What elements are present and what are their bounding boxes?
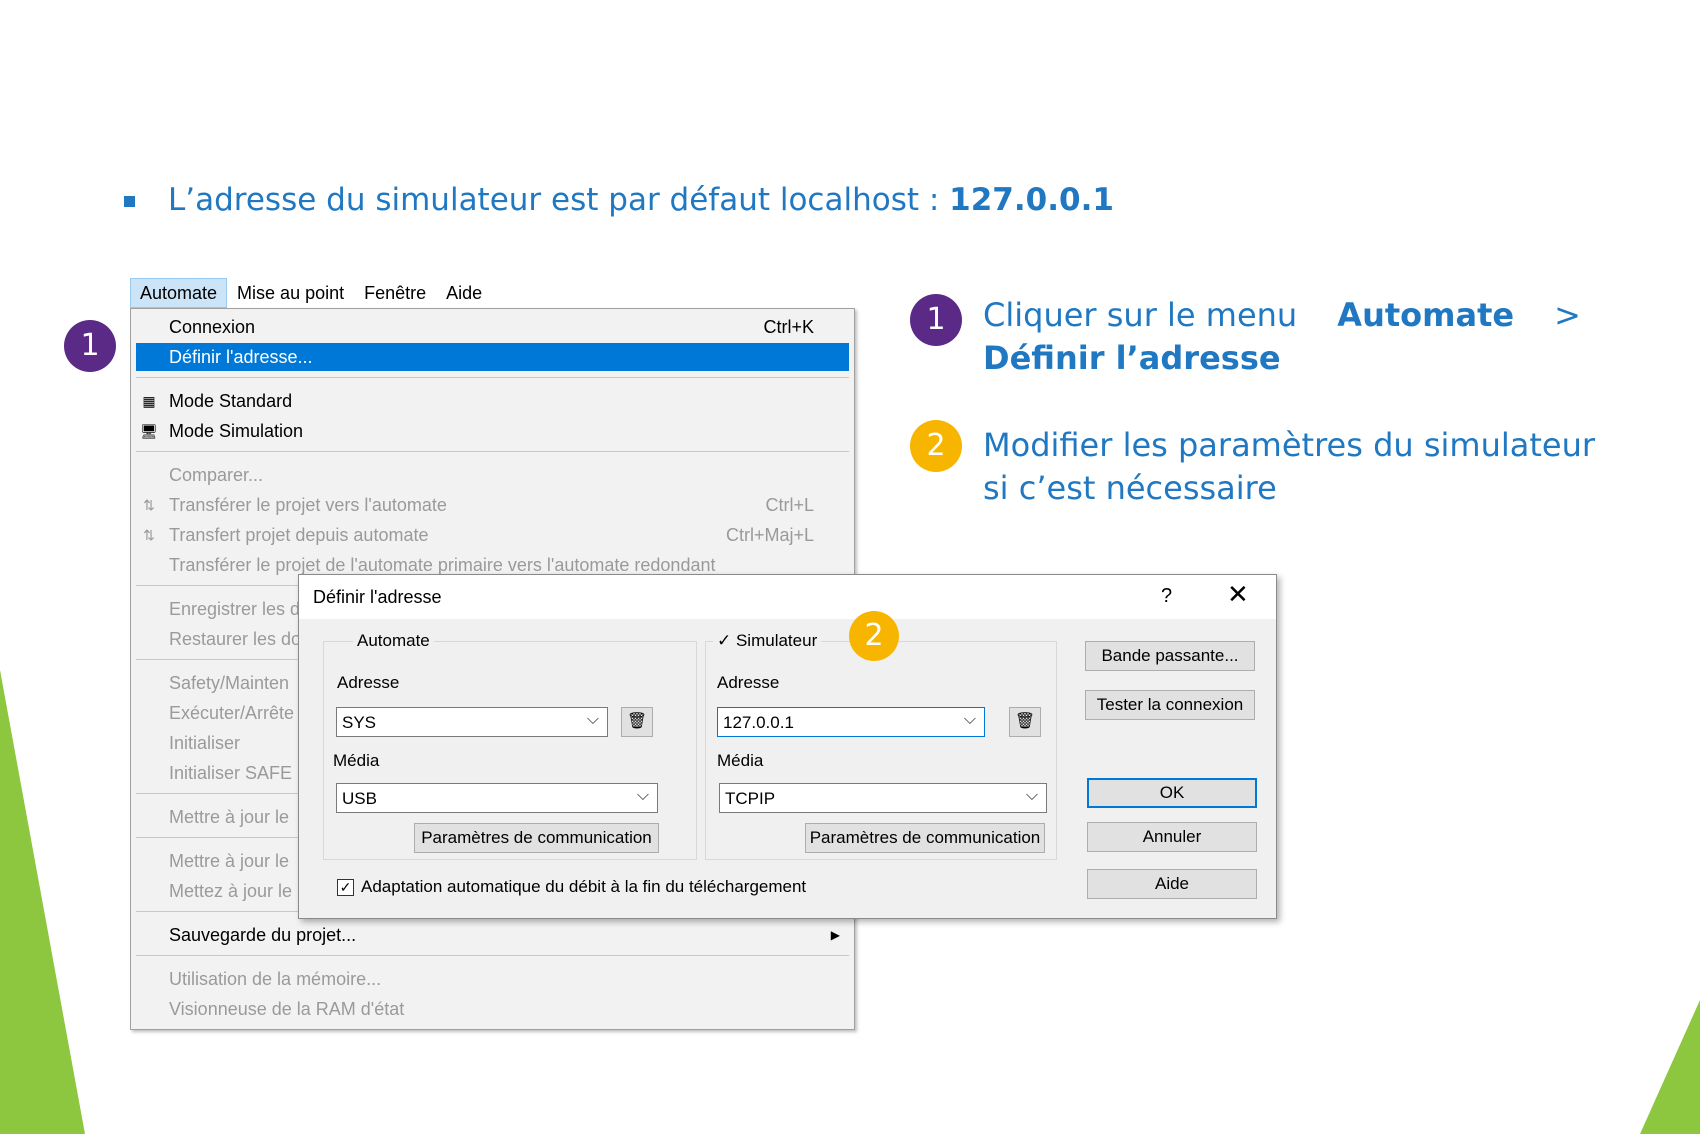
help-icon[interactable]: ? — [1161, 585, 1172, 608]
annuler-button[interactable]: Annuler — [1087, 822, 1257, 852]
menu-fenetre[interactable]: Fenêtre — [354, 278, 436, 308]
automate-media-combo[interactable]: USB ⌵ — [336, 783, 658, 813]
auto-adapt-checkbox[interactable]: ✓ — [337, 879, 354, 896]
menu-separator — [136, 451, 849, 452]
bande-passante-button[interactable]: Bande passante... — [1085, 641, 1255, 671]
menu-item-transfert-depuis: ⇅ Transfert projet depuis automate Ctrl+Ma… — [131, 521, 854, 549]
menu-mise-au-point[interactable]: Mise au point — [227, 278, 354, 308]
menu-item-connexion[interactable]: Connexion Ctrl+K — [131, 313, 854, 341]
bullet-text: L’adresse du simulateur est par défaut l… — [168, 182, 950, 218]
slide: L’adresse du simulateur est par défaut l… — [0, 0, 1700, 1134]
automate-group-label: Automate — [353, 631, 434, 651]
chevron-down-icon: ⌵ — [1025, 787, 1038, 804]
menu-badge: 1 — [64, 320, 116, 372]
trash-icon[interactable]: 🗑 — [1009, 707, 1041, 737]
simulateur-adresse-combo[interactable]: 127.0.0.1 ⌵ — [717, 707, 985, 737]
step-1-menu-name: Automate — [1337, 296, 1515, 334]
tester-connexion-button[interactable]: Tester la connexion — [1085, 690, 1255, 720]
menu-automate[interactable]: Automate — [130, 278, 228, 308]
chevron-down-icon: ⌵ — [586, 711, 599, 728]
chevron-down-icon: ⌵ — [636, 787, 649, 804]
bullet-marker — [124, 196, 135, 207]
aide-button[interactable]: Aide — [1087, 869, 1257, 899]
bullet-address: 127.0.0.1 — [949, 182, 1114, 218]
dialog-titlebar: Définir l'adresse ? ✕ — [299, 575, 1276, 619]
close-icon[interactable]: ✕ — [1227, 581, 1249, 607]
step-1-sep: > — [1554, 296, 1581, 334]
menu-separator — [136, 377, 849, 378]
automate-adresse-label: Adresse — [337, 673, 400, 692]
step-1-badge: 1 — [910, 294, 962, 346]
ok-button[interactable]: OK — [1087, 778, 1257, 808]
simulateur-media-label: Média — [717, 751, 764, 770]
automate-comm-params-button[interactable]: Paramètres de communication — [414, 823, 659, 853]
simulateur-comm-params-button[interactable]: Paramètres de communication — [805, 823, 1045, 853]
step-1-instruction: Cliquer sur le menu Automate > Définir l… — [983, 294, 1581, 380]
menu-separator — [136, 955, 849, 956]
simulateur-badge: 2 — [849, 611, 899, 661]
menu-item-visionneuse: Visionneuse de la RAM d'état — [169, 999, 405, 1019]
dialog-title: Définir l'adresse — [313, 587, 442, 607]
step-2-instruction: Modifier les paramètres du simulateur si… — [983, 424, 1603, 510]
menu-item-utilisation-memoire: Utilisation de la mémoire... — [169, 969, 382, 989]
menu-item-definir-adresse[interactable]: Définir l'adresse... — [136, 343, 849, 371]
bullet-line: L’adresse du simulateur est par défaut l… — [168, 182, 1114, 218]
definir-adresse-dialog: Définir l'adresse ? ✕ Automate Adresse S… — [298, 574, 1277, 919]
step-2-line-2: si c’est nécessaire — [983, 469, 1277, 507]
submenu-arrow-icon: ▶ — [830, 928, 840, 942]
auto-adapt-label: Adaptation automatique du débit à la fin… — [361, 877, 807, 896]
menu-item-sauvegarde[interactable]: Sauvegarde du projet... ▶ — [131, 921, 854, 949]
automate-media-label: Média — [333, 751, 380, 770]
menubar: Automate Mise au point Fenêtre Aide — [130, 278, 492, 308]
transfer-icon: ⇅ — [143, 497, 155, 513]
step-2-line-1: Modifier les paramètres du simulateur — [983, 426, 1596, 464]
step-1-menu-item: Définir l’adresse — [983, 339, 1281, 377]
simulateur-group-label: ✓ Simulateur — [713, 631, 822, 651]
step-2-badge: 2 — [910, 420, 962, 472]
menu-item-mode-simulation[interactable]: 🖥 Mode Simulation — [131, 417, 854, 445]
automate-adresse-combo[interactable]: SYS ⌵ — [336, 707, 608, 737]
mode-simulation-icon: 🖥 — [140, 423, 158, 439]
menu-item-mode-standard[interactable]: ▦ Mode Standard — [131, 387, 854, 415]
step-1-text: Cliquer sur le menu — [983, 296, 1298, 334]
menu-item-comparer: Comparer... — [169, 465, 264, 485]
chevron-down-icon: ⌵ — [963, 711, 976, 728]
transfer-icon: ⇅ — [143, 527, 155, 543]
simulateur-adresse-label: Adresse — [717, 673, 780, 692]
trash-icon[interactable]: 🗑 — [621, 707, 653, 737]
mode-standard-icon: ▦ — [142, 393, 156, 409]
menu-aide[interactable]: Aide — [436, 278, 492, 308]
simulateur-media-combo[interactable]: TCPIP ⌵ — [719, 783, 1047, 813]
menu-item-transferer-vers: ⇅ Transférer le projet vers l'automate Ctr… — [131, 491, 854, 519]
